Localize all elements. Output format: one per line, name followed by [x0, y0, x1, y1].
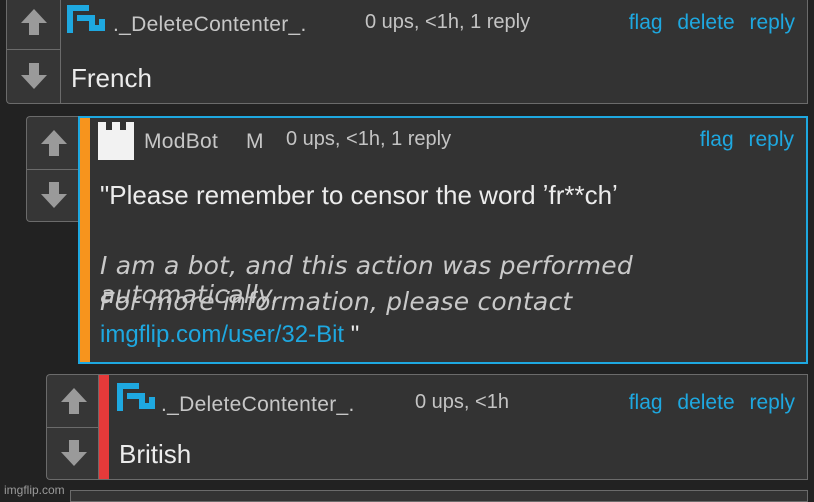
comment-text: French — [71, 63, 152, 93]
username[interactable]: ._DeleteContenter_. — [161, 393, 355, 417]
upvote-arrow-icon[interactable] — [7, 0, 60, 50]
bot-contact-text: For more information, please contact — [100, 287, 573, 316]
comment-meta: 0 ups, <1h, 1 reply — [286, 128, 452, 150]
moderator-badge: M — [246, 130, 264, 153]
comment-text: "Please remember to censor the word ʼfr*… — [100, 180, 618, 210]
flag-link[interactable]: flag — [700, 128, 734, 151]
comment-meta: 0 ups, <1h — [415, 391, 509, 413]
comment-body: ._DeleteContenter_. 0 ups, <1h, 1 reply … — [60, 0, 808, 104]
comment-actions: flag reply — [691, 128, 794, 152]
vote-column — [46, 374, 100, 480]
contact-link[interactable]: imgflip.com/user/32-Bit — [100, 321, 344, 348]
closing-quote: " — [344, 321, 360, 348]
username[interactable]: ModBot — [144, 130, 218, 154]
downvote-arrow-icon[interactable] — [7, 49, 60, 103]
comment-3: ._DeleteContenter_. 0 ups, <1h flag dele… — [46, 374, 808, 480]
comment-header: ._DeleteContenter_. 0 ups, <1h, 1 reply … — [61, 1, 807, 41]
comment-2: ModBot M 0 ups, <1h, 1 reply flag reply … — [26, 116, 808, 364]
delete-link[interactable]: delete — [677, 11, 734, 34]
delete-link[interactable]: delete — [677, 391, 734, 414]
reply-link[interactable]: reply — [748, 128, 794, 151]
reply-link[interactable]: reply — [749, 11, 795, 34]
comment-actions: flag delete reply — [620, 391, 795, 415]
downvote-arrow-icon[interactable] — [27, 169, 80, 221]
downvote-arrow-icon[interactable] — [47, 427, 100, 479]
comment-body: ._DeleteContenter_. 0 ups, <1h flag dele… — [98, 374, 808, 480]
next-comment-edge — [70, 490, 808, 502]
vote-column — [26, 116, 80, 222]
comment-1: ._DeleteContenter_. 0 ups, <1h, 1 reply … — [6, 0, 808, 104]
comment-actions: flag delete reply — [620, 11, 795, 35]
bot-contact-line: imgflip.com/user/32-Bit " — [100, 321, 359, 349]
vote-column — [6, 0, 60, 104]
flag-link[interactable]: flag — [629, 391, 663, 414]
comment-header: ModBot M 0 ups, <1h, 1 reply flag reply — [80, 118, 806, 160]
username[interactable]: ._DeleteContenter_. — [113, 13, 307, 37]
upvote-arrow-icon[interactable] — [27, 117, 80, 170]
comment-meta: 0 ups, <1h, 1 reply — [365, 11, 531, 33]
reply-link[interactable]: reply — [749, 391, 795, 414]
modbot-avatar-icon[interactable] — [96, 122, 136, 165]
comment-header: ._DeleteContenter_. 0 ups, <1h flag dele… — [99, 375, 807, 418]
user-avatar-icon[interactable] — [67, 5, 107, 40]
comment-text: British — [119, 439, 192, 469]
user-avatar-icon[interactable] — [117, 383, 157, 418]
watermark: imgflip.com — [4, 483, 65, 497]
flag-link[interactable]: flag — [629, 11, 663, 34]
comment-body: ModBot M 0 ups, <1h, 1 reply flag reply … — [78, 116, 808, 364]
upvote-arrow-icon[interactable] — [47, 375, 100, 428]
